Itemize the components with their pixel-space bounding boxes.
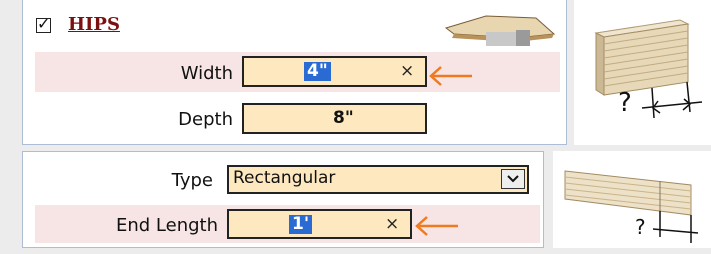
roof-thumbnail: [444, 15, 556, 46]
hips-checkbox[interactable]: ✓: [36, 14, 51, 33]
end-panel: Type Rectangular End Length 1' ×: [22, 151, 544, 248]
hip-depth-thumbnail: ?: [574, 0, 711, 145]
end-length-label: End Length: [115, 215, 218, 236]
width-clear-icon[interactable]: ×: [400, 62, 414, 81]
end-length-arrow-annotation: [415, 216, 458, 236]
width-arrow-annotation: [429, 66, 472, 86]
chevron-down-icon[interactable]: [501, 169, 525, 189]
width-label: Width: [180, 63, 233, 84]
depth-value: 8": [333, 108, 354, 128]
length-question-mark: ?: [635, 215, 646, 239]
end-length-thumbnail: ?: [553, 151, 711, 248]
width-value: 4": [304, 62, 331, 81]
type-select-value: Rectangular: [233, 168, 336, 188]
hips-label[interactable]: HIPS: [68, 14, 120, 35]
end-length-value: 1': [289, 215, 313, 234]
depth-question-mark: ?: [618, 88, 632, 118]
type-select[interactable]: Rectangular: [227, 165, 529, 194]
end-length-input[interactable]: 1' ×: [227, 209, 412, 239]
hips-panel: ✓ HIPS Width 4" × Depth 8": [22, 0, 567, 145]
depth-label: Depth: [178, 109, 233, 130]
type-label: Type: [171, 170, 213, 191]
end-length-clear-icon[interactable]: ×: [385, 215, 399, 234]
width-input[interactable]: 4" ×: [242, 56, 427, 87]
depth-input[interactable]: 8": [242, 103, 427, 134]
